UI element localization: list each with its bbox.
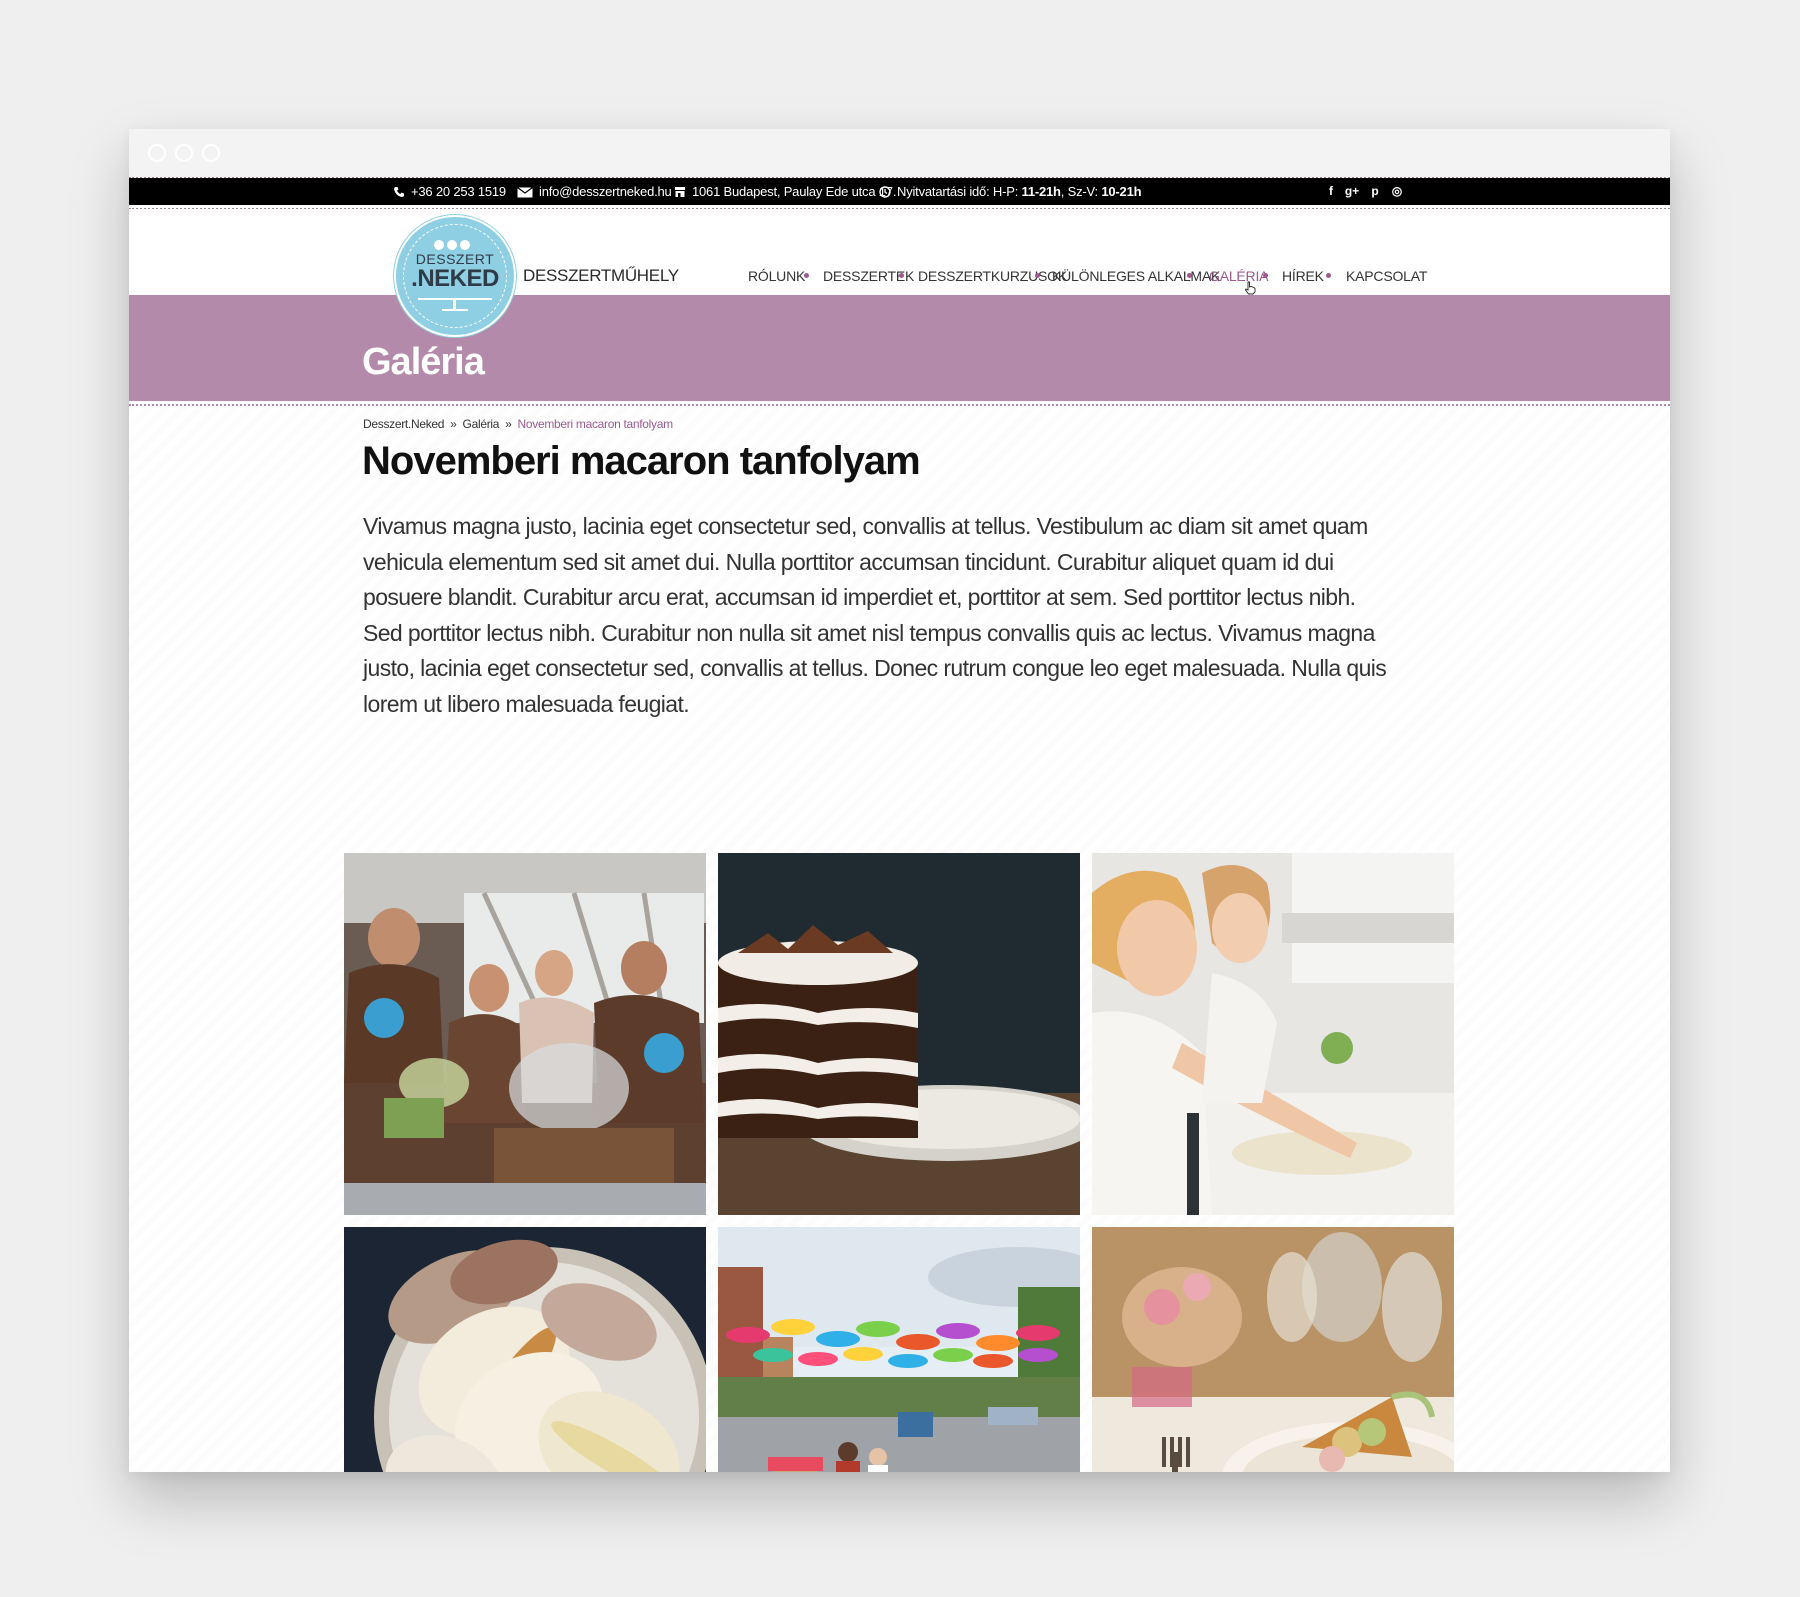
opening-hours: Nyitvatartási idő: H-P: 11-21h, Sz-V: 10…: [879, 178, 1142, 205]
nav-desszertek[interactable]: DESSZERTEK: [823, 268, 914, 288]
window-close-dot[interactable]: [148, 144, 166, 162]
nav-bullet: [1326, 273, 1331, 278]
google-plus-icon[interactable]: g+: [1344, 178, 1360, 205]
hours-weekday: 11-21h: [1021, 184, 1061, 199]
pinterest-icon[interactable]: p: [1367, 178, 1383, 205]
address-item: 1061 Budapest, Paulay Ede utca 17.: [674, 178, 896, 205]
hours-weekend: 10-21h: [1101, 184, 1142, 199]
nav-galeria[interactable]: GALÉRIA: [1209, 268, 1268, 288]
phone-icon: [394, 187, 404, 197]
nav-bullet: [1187, 273, 1192, 278]
site-logo[interactable]: DESSZERT .NEKED: [394, 215, 516, 337]
facebook-icon[interactable]: f: [1323, 178, 1339, 205]
gallery-photo-macarons[interactable]: [344, 1227, 706, 1472]
breadcrumb: Desszert.Neked » Galéria » Novemberi macaron…: [363, 417, 673, 431]
email-link[interactable]: info@desszertneked.hu: [517, 178, 672, 205]
page-title: Novemberi macaron tanfolyam: [362, 439, 921, 483]
breadcrumb-home[interactable]: Desszert.Neked: [363, 417, 444, 431]
gallery-photo-layer-cake[interactable]: [718, 853, 1080, 1215]
nav-bullet: [1035, 273, 1040, 278]
contact-bar: +36 20 253 1519 info@desszertneked.hu 10…: [129, 178, 1670, 205]
hours-separator: , Sz-V:: [1060, 184, 1102, 199]
nav-bullet: [1263, 273, 1268, 278]
nav-bullet: [804, 273, 809, 278]
browser-chrome: [129, 129, 1670, 177]
hand-cursor-icon: [1244, 281, 1256, 295]
phone-text: +36 20 253 1519: [411, 184, 506, 199]
page-banner: Galéria: [129, 295, 1670, 401]
breadcrumb-separator: »: [505, 417, 512, 431]
breadcrumb-section[interactable]: Galéria: [463, 417, 500, 431]
nav-rolunk[interactable]: RÓLUNK: [748, 268, 805, 288]
browser-window: +36 20 253 1519 info@desszertneked.hu 10…: [129, 129, 1670, 1472]
main-content: Desszert.Neked » Galéria » Novemberi macaron…: [129, 407, 1670, 1472]
site-tagline: DESSZERTMŰHELY: [523, 266, 679, 285]
banner-title: Galéria: [362, 341, 485, 383]
gallery-photo-table-setting[interactable]: [1092, 1227, 1454, 1472]
cake-stand-base: [442, 309, 468, 311]
shop-icon: [675, 187, 685, 197]
divider: [129, 404, 1670, 406]
nav-hirek[interactable]: HÍREK: [1282, 268, 1324, 288]
gallery-photo-umbrella-street[interactable]: [718, 1227, 1080, 1472]
logo-text-bottom: .NEKED: [411, 265, 499, 292]
breadcrumb-separator: »: [450, 417, 457, 431]
email-text: info@desszertneked.hu: [539, 184, 672, 199]
envelope-icon: [517, 187, 533, 198]
hours-label: Nyitvatartási idő: H-P:: [897, 184, 1022, 199]
gallery-photo-kids-baking[interactable]: [1092, 853, 1454, 1215]
window-maximize-dot[interactable]: [202, 144, 220, 162]
breadcrumb-current: Novemberi macaron tanfolyam: [517, 417, 674, 431]
nav-bullet: [899, 273, 904, 278]
page-description: Vivamus magna justo, lacinia eget consec…: [363, 513, 1387, 717]
window-minimize-dot[interactable]: [175, 144, 193, 162]
nav-kapcsolat[interactable]: KAPCSOLAT: [1346, 268, 1427, 288]
instagram-icon[interactable]: ◎: [1389, 178, 1405, 205]
nav-kulonleges-alkalmak[interactable]: KÜLÖNLEGES ALKALMAK: [1052, 268, 1220, 288]
nav-desszertkurzusok[interactable]: DESSZERTKURZUSOK: [918, 268, 1067, 288]
gallery-photo-team[interactable]: [344, 853, 706, 1215]
phone-link[interactable]: +36 20 253 1519: [393, 178, 506, 205]
clock-icon: [879, 186, 891, 198]
address-text: 1061 Budapest, Paulay Ede utca 17.: [692, 184, 897, 199]
